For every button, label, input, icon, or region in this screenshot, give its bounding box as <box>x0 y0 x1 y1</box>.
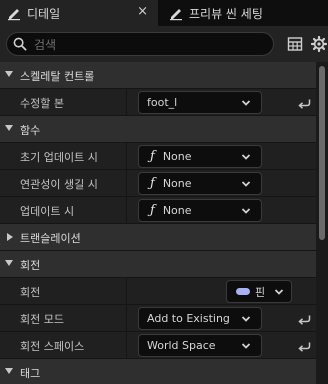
expand-arrow-icon[interactable] <box>5 125 13 131</box>
column-divider[interactable] <box>126 89 127 116</box>
dropdown-value: foot_l <box>147 96 178 109</box>
column-divider[interactable] <box>126 278 127 305</box>
function-icon: ƒ <box>150 176 155 191</box>
scrollbar-thumb[interactable] <box>319 66 325 240</box>
property-label: 수정할 본 <box>20 97 64 110</box>
function-binding-dropdown[interactable]: ƒ None <box>138 145 262 168</box>
chevron-down-icon <box>241 181 251 187</box>
category-label: 스켈레탈 컨트롤 <box>20 70 95 83</box>
dropdown-value: Add to Existing <box>147 312 230 325</box>
column-divider[interactable] <box>126 305 127 332</box>
search-toolbar: 검색 <box>0 26 328 62</box>
tab-preview-scene-settings[interactable]: 프리뷰 씬 세팅 <box>162 0 328 26</box>
reset-to-default-icon[interactable] <box>297 97 311 109</box>
tab-preview-scene-settings-label: 프리뷰 씬 세팅 <box>189 6 263 21</box>
dropdown-value: None <box>162 177 192 190</box>
collapse-arrow-icon[interactable] <box>7 233 13 241</box>
chevron-down-icon <box>241 316 251 322</box>
settings-gear-icon[interactable] <box>311 36 327 52</box>
category-rotation[interactable]: 회전 <box>0 251 316 278</box>
details-icon <box>6 5 22 21</box>
details-panel: 스켈레탈 컨트롤 수정할 본 foot_l 함수 초기 업데이트 시 ƒ Non… <box>0 62 316 384</box>
category-translation[interactable]: 트랜슬레이션 <box>0 224 316 251</box>
property-label: 회전 스페이스 <box>20 340 85 353</box>
column-divider[interactable] <box>126 197 127 224</box>
reset-to-default-icon[interactable] <box>297 313 311 325</box>
category-label: 트랜슬레이션 <box>20 232 81 245</box>
chevron-down-icon <box>241 343 251 349</box>
property-label: 회전 모드 <box>20 313 64 326</box>
function-icon: ƒ <box>150 149 155 164</box>
property-bone-to-modify: 수정할 본 foot_l <box>0 89 316 116</box>
property-rotation-mode: 회전 모드 Add to Existing <box>0 305 316 332</box>
reset-to-default-icon[interactable] <box>297 340 311 352</box>
column-divider[interactable] <box>126 143 127 170</box>
search-icon <box>13 37 27 51</box>
tab-details-label: 디테일 <box>27 6 61 21</box>
bone-select-dropdown[interactable]: foot_l <box>138 91 262 114</box>
preview-scene-settings-icon <box>168 5 184 21</box>
chevron-down-icon <box>241 208 251 214</box>
category-skeletal-control[interactable]: 스켈레탈 컨트롤 <box>0 62 316 89</box>
expand-arrow-icon[interactable] <box>5 71 13 77</box>
rotation-space-dropdown[interactable]: World Space <box>138 334 262 357</box>
close-tab-icon[interactable]: × <box>137 5 148 19</box>
pin-icon <box>236 288 250 295</box>
dropdown-value: World Space <box>147 339 216 352</box>
dropdown-value: 핀 <box>255 285 266 299</box>
category-label: 태그 <box>20 367 41 380</box>
column-divider[interactable] <box>126 332 127 359</box>
chevron-down-icon <box>241 154 251 160</box>
dropdown-value: None <box>162 150 192 163</box>
dropdown-value: None <box>162 204 192 217</box>
function-binding-dropdown[interactable]: ƒ None <box>138 199 262 222</box>
tab-details[interactable]: 디테일 × <box>0 0 158 26</box>
expand-arrow-icon[interactable] <box>5 260 13 266</box>
category-functions[interactable]: 함수 <box>0 116 316 143</box>
category-label: 회전 <box>20 259 41 272</box>
property-on-update: 업데이트 시 ƒ None <box>0 197 316 224</box>
property-label: 초기 업데이트 시 <box>20 151 98 164</box>
column-divider[interactable] <box>126 170 127 197</box>
property-label: 업데이트 시 <box>20 205 75 218</box>
search-placeholder: 검색 <box>34 37 57 52</box>
property-rotation-space: 회전 스페이스 World Space <box>0 332 316 359</box>
chevron-down-icon <box>274 289 284 295</box>
expand-arrow-icon[interactable] <box>5 368 13 374</box>
grid-view-icon[interactable] <box>287 36 303 52</box>
function-icon: ƒ <box>150 203 155 218</box>
property-label: 연관성이 생길 시 <box>20 178 98 191</box>
rotation-mode-dropdown[interactable]: Add to Existing <box>138 307 262 330</box>
property-initial-update: 초기 업데이트 시 ƒ None <box>0 143 316 170</box>
pin-dropdown[interactable]: 핀 <box>226 280 292 303</box>
property-label: 회전 <box>20 286 41 299</box>
search-input[interactable]: 검색 <box>6 32 274 56</box>
property-became-relevant: 연관성이 생길 시 ƒ None <box>0 170 316 197</box>
function-binding-dropdown[interactable]: ƒ None <box>138 172 262 195</box>
tab-bar: 디테일 × 프리뷰 씬 세팅 <box>0 0 328 26</box>
property-rotation: 회전 핀 <box>0 278 316 305</box>
category-tag[interactable]: 태그 <box>0 359 316 384</box>
category-label: 함수 <box>20 124 41 137</box>
chevron-down-icon <box>241 100 251 106</box>
